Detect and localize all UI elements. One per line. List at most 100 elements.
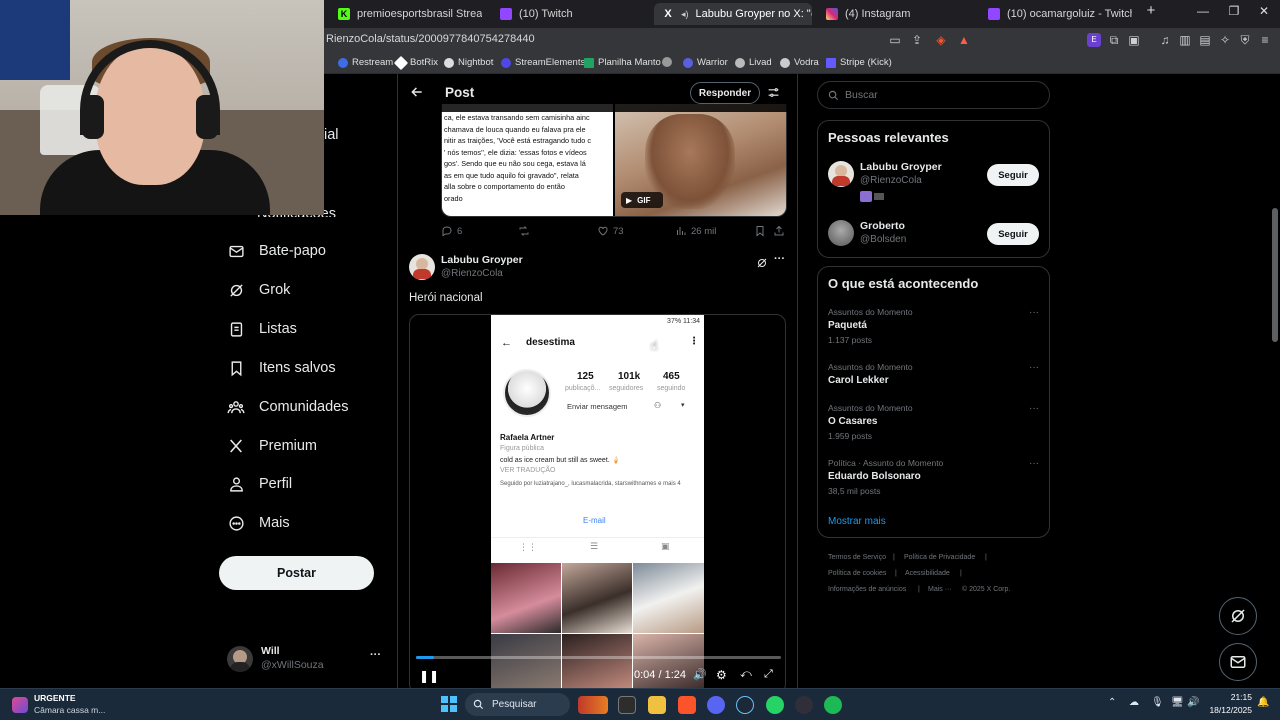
footer-link[interactable]: Informações de anúncios: [828, 586, 906, 593]
trend-more-icon[interactable]: ···: [1029, 362, 1039, 373]
restore-icon[interactable]: ❐: [1224, 4, 1244, 18]
nav-item-lists[interactable]: Listas: [227, 320, 297, 338]
file-explorer-icon[interactable]: [648, 696, 666, 714]
video-player[interactable]: 37% 11:34 ← desestima ⋮ 125 publicaçõ...…: [409, 314, 786, 688]
account-switcher[interactable]: Will @xWillSouza ···: [227, 644, 387, 676]
clock-time[interactable]: 21:15: [1208, 692, 1252, 702]
follow-button[interactable]: Seguir: [987, 223, 1039, 245]
nav-item-more[interactable]: Mais: [227, 514, 290, 532]
trend-item[interactable]: Assuntos do Momento Paquetá 1.137 posts …: [818, 305, 1049, 349]
tab-search-icon[interactable]: ▣: [1127, 33, 1141, 47]
bookmark-botrix[interactable]: BotRix: [393, 55, 438, 70]
sidebar-icon[interactable]: ▥: [1178, 33, 1192, 47]
cloud-icon[interactable]: ☁: [1129, 697, 1139, 708]
bookmark-livad[interactable]: Livad: [735, 57, 772, 68]
brave-shield-icon[interactable]: ◈: [934, 33, 948, 47]
like-action[interactable]: 73: [597, 225, 624, 237]
tab-twitch-ocamargoluiz[interactable]: (10) ocamargoluiz - Twitch: [980, 3, 1132, 25]
steam-icon[interactable]: [736, 696, 754, 714]
bookmark-planilha-manto[interactable]: Planilha Manto: [584, 57, 661, 68]
share-action[interactable]: [773, 225, 785, 237]
nav-item-communities[interactable]: Comunidades: [227, 398, 348, 416]
whatsapp-icon[interactable]: [766, 696, 784, 714]
nav-item-profile[interactable]: Perfil: [227, 475, 292, 493]
tab-premioesportsbrasil[interactable]: K premioesportsbrasil Stream - Watch: [330, 3, 482, 25]
new-tab-button[interactable]: +: [1141, 2, 1161, 19]
minimize-icon[interactable]: —: [1193, 4, 1213, 18]
news-title[interactable]: URGENTE: [34, 693, 76, 703]
brave-icon[interactable]: [678, 696, 696, 714]
bookmark-warrior[interactable]: Warrior: [683, 57, 728, 68]
trend-more-icon[interactable]: ···: [1029, 403, 1039, 414]
avatar[interactable]: [409, 254, 435, 280]
person-name[interactable]: Labubu Groyper: [860, 161, 942, 173]
repost-action[interactable]: [518, 225, 530, 237]
task-view-icon[interactable]: [618, 696, 636, 714]
tweet-author[interactable]: Labubu Groyper: [441, 254, 523, 266]
grok-icon[interactable]: [756, 256, 768, 274]
views-action[interactable]: 26 mil: [675, 225, 716, 237]
discord-icon[interactable]: [707, 696, 725, 714]
nav-item-bookmarks[interactable]: Itens salvos: [227, 359, 336, 377]
close-window-icon[interactable]: ✕: [1254, 4, 1274, 18]
microphone-icon[interactable]: 🎙: [1151, 697, 1164, 708]
nav-item-premium[interactable]: Premium: [227, 437, 317, 455]
page-scrollbar[interactable]: [1272, 208, 1278, 342]
person-name[interactable]: Groberto: [860, 220, 905, 232]
spotify-icon[interactable]: [824, 696, 842, 714]
bookmark-globe[interactable]: [662, 57, 672, 67]
vpn-icon[interactable]: ⛨: [1238, 33, 1252, 47]
menu-icon[interactable]: ≡: [1258, 33, 1272, 47]
clock-date[interactable]: 18/12/2025: [1198, 705, 1252, 715]
footer-link[interactable]: Política de Privacidade: [904, 554, 975, 561]
url-field[interactable]: RienzoCola/status/2000977840754278440: [326, 33, 535, 45]
nav-item-grok[interactable]: Grok: [227, 281, 290, 299]
footer-link[interactable]: Mais ···: [928, 586, 952, 593]
sliders-icon[interactable]: [767, 86, 780, 104]
miniplayer-icon[interactable]: ⤺: [740, 668, 752, 681]
reply-action[interactable]: 6: [441, 225, 462, 237]
pause-icon[interactable]: ❚❚: [419, 669, 439, 683]
bookmark-stripe-kick[interactable]: Stripe (Kick): [826, 57, 892, 68]
extensions-puzzle-icon[interactable]: ⧉: [1107, 33, 1121, 47]
back-arrow-icon[interactable]: [410, 85, 424, 104]
trend-more-icon[interactable]: ···: [1029, 307, 1039, 318]
follow-button[interactable]: Seguir: [987, 164, 1039, 186]
bookmark-restream[interactable]: Restream: [338, 57, 393, 68]
bookmark-streamelements[interactable]: StreamElements: [501, 57, 585, 68]
tab-twitch[interactable]: (10) Twitch: [492, 3, 644, 25]
news-subtitle[interactable]: Câmara cassa m...: [34, 705, 105, 715]
trend-item[interactable]: Política · Assunto do Momento Eduardo Bo…: [818, 456, 1049, 500]
tweet-more-icon[interactable]: ···: [774, 253, 785, 265]
avatar[interactable]: [828, 220, 854, 246]
brave-rewards-icon[interactable]: ▲: [957, 33, 971, 47]
obs-icon[interactable]: [795, 696, 813, 714]
footer-link[interactable]: Termos de Serviço: [828, 554, 886, 561]
video-progress-track[interactable]: [416, 656, 781, 659]
notification-bell-icon[interactable]: 🔔: [1257, 697, 1269, 708]
music-icon[interactable]: ♫: [1158, 33, 1172, 47]
person-handle[interactable]: @RienzoCola: [860, 175, 922, 186]
tweet-handle[interactable]: @RienzoCola: [441, 268, 503, 279]
windows-start-icon[interactable]: [441, 696, 457, 712]
footer-link[interactable]: Política de cookies: [828, 570, 886, 577]
grok-fab[interactable]: [1219, 597, 1257, 635]
search-input[interactable]: Buscar: [817, 81, 1050, 109]
taskbar-search[interactable]: Pesquisar: [465, 693, 570, 716]
footer-link[interactable]: Acessibilidade: [905, 570, 950, 577]
trend-more-icon[interactable]: ···: [1029, 458, 1039, 469]
cast-icon[interactable]: ▭: [888, 33, 902, 47]
fullscreen-icon[interactable]: ⤢: [764, 668, 773, 681]
tab-instagram[interactable]: (4) Instagram: [818, 3, 970, 25]
trend-item[interactable]: Assuntos do Momento O Casares 1.959 post…: [818, 401, 1049, 445]
tab-x-post[interactable]: X ◂) Labubu Groyper no X: "@Bol ✕: [654, 3, 812, 25]
volume-icon[interactable]: 🔊: [693, 668, 707, 681]
leo-ai-icon[interactable]: ✧: [1218, 33, 1232, 47]
trend-item[interactable]: Assuntos do Momento Carol Lekker ···: [818, 360, 1049, 390]
game-widget-icon[interactable]: [578, 696, 608, 714]
extension-icon[interactable]: E: [1087, 33, 1101, 47]
settings-gear-icon[interactable]: ⚙: [716, 668, 727, 682]
nav-item-chat[interactable]: Bate-papo: [227, 242, 326, 260]
wallet-icon[interactable]: ▤: [1198, 33, 1212, 47]
network-icon[interactable]: 🖥: [1171, 697, 1184, 708]
